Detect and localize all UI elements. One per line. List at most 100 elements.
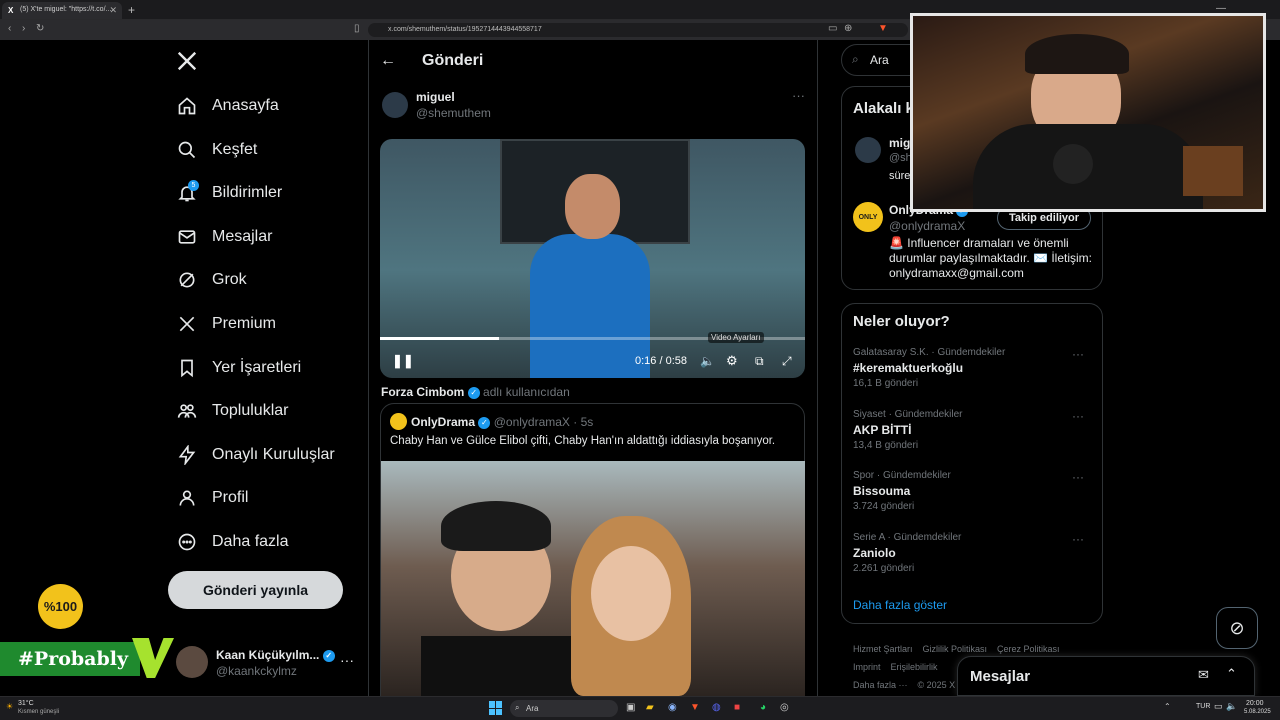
sidebar-item-3[interactable]: Mesajlar	[176, 219, 272, 255]
mail-icon	[176, 226, 198, 248]
clock-time[interactable]: 20:00	[1246, 700, 1264, 707]
close-tab-icon[interactable]: ✕	[109, 5, 117, 16]
footer-link[interactable]: Daha fazla ···	[853, 680, 908, 690]
author-avatar[interactable]	[382, 92, 408, 118]
video-time: 0:16 / 0:58	[635, 355, 687, 367]
steam-icon[interactable]: ◉	[668, 702, 677, 713]
stream-tag: #Probably	[0, 642, 140, 676]
sidebar-item-7[interactable]: Topluluklar	[176, 393, 288, 429]
avatar[interactable]	[176, 646, 208, 678]
trend-item[interactable]: Galatasaray S.K. · Gündemdekiler #keremak…	[853, 347, 1098, 389]
expand-icon[interactable]: ⌃	[1226, 666, 1237, 682]
quote-handle: @onlydramaX	[493, 415, 570, 429]
discord-icon[interactable]: ◍	[712, 702, 721, 713]
more-circle-icon	[176, 531, 198, 553]
sidebar-item-6[interactable]: Yer İşaretleri	[176, 350, 301, 386]
relevant-name[interactable]: miguel	[889, 136, 911, 150]
sidebar-item-label: Premium	[212, 315, 277, 332]
attribution: Forza Cimbom ✓ adlı kullanıcıdan	[381, 385, 570, 399]
file-explorer-icon[interactable]: ▰	[646, 702, 654, 713]
show-more-link[interactable]: Daha fazla göster	[853, 598, 947, 612]
sidebar-item-8[interactable]: Onaylı Kuruluşlar	[176, 437, 335, 473]
sidebar-item-5[interactable]: Premium	[176, 306, 276, 342]
sidebar-item-2[interactable]: 5 Bildirimler	[176, 175, 282, 211]
quote-image[interactable]	[381, 461, 805, 696]
bookmark-page-icon[interactable]: ▯	[354, 23, 360, 34]
footer-link[interactable]: Gizlilik Politikası	[923, 644, 988, 654]
footer-link[interactable]: Hizmet Şartları	[853, 644, 913, 654]
trend-count: 13,4 B gönderi	[853, 439, 919, 451]
new-tab-icon[interactable]: +	[128, 3, 135, 17]
taskbar-search[interactable]: ⌕ Ara	[510, 700, 618, 717]
footer-link[interactable]: Imprint	[853, 662, 881, 672]
attribution-name[interactable]: Forza Cimbom	[381, 385, 464, 399]
messages-drawer[interactable]: Mesajlar ✉ ⌃	[957, 656, 1255, 696]
quote-avatar	[390, 413, 407, 430]
footer-link[interactable]: © 2025 X	[918, 680, 956, 690]
start-icon[interactable]	[489, 701, 503, 715]
speaker-icon[interactable]: 🔈	[1226, 701, 1237, 712]
author-handle[interactable]: @shemuthem	[416, 106, 491, 120]
sidebar-item-1[interactable]: Keşfet	[176, 132, 257, 168]
post-button[interactable]: Gönderi yayınla	[168, 571, 343, 609]
cast-icon[interactable]: ▭	[828, 23, 837, 34]
author-name[interactable]: miguel	[416, 90, 455, 104]
trend-more-icon[interactable]: ···	[1072, 532, 1084, 546]
relevant-handle: @shemuthem	[889, 152, 911, 164]
relevant-avatar[interactable]	[855, 137, 881, 163]
footer-link[interactable]: Çerez Politikası	[997, 644, 1060, 654]
footer-link[interactable]: Erişilebilirlik	[891, 662, 938, 672]
app-icon[interactable]: ■	[734, 702, 740, 713]
onlydrama-avatar[interactable]: ONLY	[853, 202, 883, 232]
app2-icon[interactable]: ◎	[780, 702, 789, 713]
url-bar[interactable]: x.com/shemuthem/status/19527144439445587…	[368, 23, 908, 37]
post-more-icon[interactable]: ···	[792, 88, 805, 103]
back-arrow-icon[interactable]: ←	[380, 52, 396, 70]
pip-icon[interactable]: ⧉	[755, 354, 764, 369]
sidebar-item-10[interactable]: Daha fazla	[176, 524, 289, 560]
fullscreen-icon[interactable]: ⤢	[782, 354, 792, 369]
sidebar-item-0[interactable]: Anasayfa	[176, 88, 279, 124]
sidebar-item-label: Bildirimler	[212, 184, 283, 202]
relevant-title: Alakalı kişiler	[853, 100, 911, 117]
trend-more-icon[interactable]: ···	[1072, 347, 1084, 361]
trend-more-icon[interactable]: ···	[1072, 409, 1084, 423]
language-indicator[interactable]: TUR	[1196, 703, 1210, 710]
trend-item[interactable]: Serie A · Gündemdekiler Zaniolo 2.261 gönd…	[853, 532, 1098, 574]
trend-item[interactable]: Spor · Gündemdekiler Bissouma 3.724 gönder…	[853, 470, 1098, 512]
browser-tab[interactable]: X (5) X'te miguel: "https://t.co/... ✕	[2, 2, 122, 19]
back-icon[interactable]: ‹	[8, 23, 11, 34]
trend-name: Zaniolo	[853, 545, 896, 560]
webcam-hair	[1025, 34, 1129, 74]
webcam-shelf	[1183, 146, 1243, 196]
sidebar-item-4[interactable]: Grok	[176, 262, 247, 298]
forward-icon[interactable]: ›	[22, 23, 25, 34]
sidebar-item-9[interactable]: Profil	[176, 480, 248, 516]
x-logo-icon[interactable]	[176, 50, 200, 74]
task-view-icon[interactable]: ▣	[626, 702, 635, 713]
pause-icon[interactable]: ❚❚	[392, 353, 414, 369]
zoom-icon[interactable]: ⊕	[844, 23, 852, 34]
x-logo-icon	[176, 313, 198, 335]
trend-item[interactable]: Siyaset · Gündemdekiler AKP BİTTİ 13,4 B g…	[853, 409, 1098, 451]
grok-float-icon[interactable]: ⊘	[1216, 607, 1258, 649]
whatsapp-icon[interactable]: ◕	[760, 702, 766, 713]
video-player[interactable]: Video Ayarları ❚❚ 0:16 / 0:58 🔈 ⚙ ⧉ ⤢	[380, 139, 805, 378]
quote-time: · 5s	[573, 415, 594, 429]
brave-icon[interactable]: ▼	[690, 702, 700, 713]
tray-chevron-icon[interactable]: ⌃	[1164, 702, 1171, 711]
account-handle: @kaankckylmz	[216, 664, 297, 678]
notification-badge: 5	[188, 180, 199, 192]
network-icon[interactable]: ▭	[1214, 701, 1223, 712]
trend-more-icon[interactable]: ···	[1072, 470, 1084, 484]
account-more-icon[interactable]: ···	[340, 652, 354, 668]
windows-taskbar: ☀ 31°C Kısmen güneşli ⌕ Ara ▣ ▰ ◉ ▼ ◍ ■ …	[0, 696, 1280, 720]
settings-gear-icon[interactable]: ⚙	[726, 353, 738, 369]
new-message-icon[interactable]: ✉	[1198, 667, 1209, 683]
stream-tag-text: #Probably	[18, 648, 129, 670]
volume-icon[interactable]: 🔈	[700, 354, 715, 368]
reload-icon[interactable]: ↻	[36, 23, 44, 34]
weather-temp[interactable]: 31°C	[18, 700, 34, 707]
verified-icon: ✓	[467, 386, 480, 399]
brave-shield-icon[interactable]: ▼	[878, 23, 888, 34]
